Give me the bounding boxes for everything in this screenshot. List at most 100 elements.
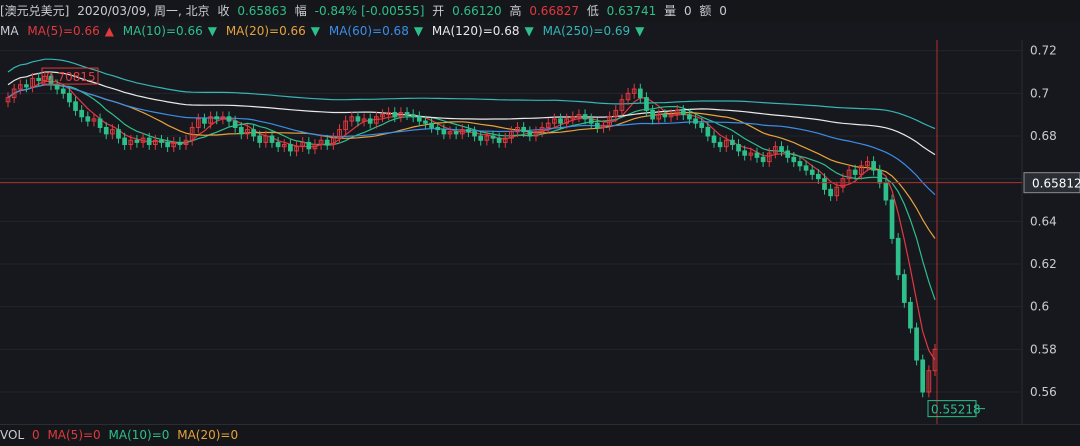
symbol-label: [澳元兑美元] <box>0 4 70 18</box>
candle <box>472 131 477 137</box>
change-abs: [-0.00555] <box>361 4 425 18</box>
candle <box>134 139 140 143</box>
ma5-legend: MA(5)=0.66 <box>27 24 100 38</box>
ma10-legend: MA(10)=0.66 <box>122 24 203 38</box>
candle <box>496 137 502 143</box>
candle <box>103 126 109 135</box>
candle <box>558 118 563 124</box>
candle <box>122 137 127 146</box>
quote-header: [澳元兑美元] 2020/03/09, 周一, 北京 收 0.65863 幅 -… <box>0 0 1080 22</box>
arrow-down-icon: ▼ <box>207 24 217 38</box>
candle <box>588 118 594 124</box>
candle <box>742 150 748 156</box>
candle <box>275 141 281 148</box>
candle <box>521 126 527 133</box>
ma20-legend: MA(20)=0.66 <box>225 24 306 38</box>
ma-legend-title: MA <box>0 24 19 38</box>
candle <box>478 135 484 141</box>
vol-title: VOL <box>0 428 25 442</box>
candle <box>269 135 275 143</box>
vol-value: 0 <box>31 428 40 442</box>
candle <box>803 165 809 171</box>
candle <box>73 101 78 111</box>
candle <box>754 152 760 158</box>
candle <box>410 114 416 118</box>
open-value: 0.66120 <box>452 4 502 18</box>
close-value: 0.65863 <box>237 4 287 18</box>
candle <box>257 135 263 143</box>
low-label: 低 <box>586 4 599 18</box>
close-label: 收 <box>217 4 230 18</box>
amount-label: 额 <box>699 4 712 18</box>
arrow-down-icon: ▼ <box>524 24 534 38</box>
candle <box>920 359 926 393</box>
candle <box>416 116 422 122</box>
candle <box>662 114 668 118</box>
volume-legend: VOL 0 MA(5)=0 MA(10)=0 MA(20)=0 <box>0 424 1080 446</box>
candle <box>306 141 312 150</box>
candlestick-chart[interactable]: 0.720.70.680.660.640.620.60.580.560.6581… <box>0 40 1080 424</box>
candle <box>288 144 293 152</box>
low-value: 0.63741 <box>606 4 657 18</box>
ma120-legend: MA(120)=0.68 <box>431 24 520 38</box>
min-price-label: 0.55218 <box>931 403 981 417</box>
change-label: 幅 <box>294 4 307 18</box>
candle <box>79 109 85 118</box>
candle <box>828 188 833 197</box>
candle <box>226 116 232 122</box>
high-value: 0.66827 <box>529 4 579 18</box>
candle <box>429 122 434 128</box>
candle <box>871 161 876 171</box>
ma60-legend: MA(60)=0.68 <box>328 24 409 38</box>
candle <box>453 131 459 135</box>
candle <box>901 274 907 303</box>
candle <box>582 114 588 120</box>
y-tick-label: 0.7 <box>1030 86 1049 100</box>
candle <box>760 156 766 163</box>
candle <box>355 116 361 122</box>
high-label: 高 <box>509 4 522 18</box>
arrow-down-icon: ▼ <box>635 24 645 38</box>
candle <box>650 109 655 120</box>
candle <box>404 112 410 116</box>
candle <box>202 118 207 124</box>
candle <box>779 146 784 152</box>
candle <box>36 77 42 82</box>
max-price-label: 0.70815 <box>46 70 96 84</box>
candle <box>809 169 815 175</box>
candle <box>251 129 256 137</box>
candle <box>680 109 686 116</box>
candle <box>595 122 600 128</box>
candle <box>895 237 901 276</box>
candle <box>97 118 103 128</box>
ma-legend: MA MA(5)=0.66 ▲ MA(10)=0.66 ▼ MA(20)=0.66 ▼… <box>0 22 1080 40</box>
candle <box>527 131 533 137</box>
candle <box>637 88 643 99</box>
y-tick-label: 0.68 <box>1030 129 1057 143</box>
ma250-line <box>7 58 936 130</box>
candle <box>791 156 797 163</box>
change-pct: -0.84% <box>314 4 358 18</box>
candle <box>177 141 183 146</box>
amount-value: 0 <box>719 4 727 18</box>
candle <box>914 327 919 361</box>
candle <box>232 120 238 128</box>
candle <box>705 126 711 137</box>
candle <box>146 137 152 146</box>
candle <box>238 126 244 135</box>
arrow-up-icon: ▲ <box>104 24 114 38</box>
candle <box>159 139 164 143</box>
candle <box>466 129 471 133</box>
y-tick-label: 0.58 <box>1030 342 1057 356</box>
candle <box>883 182 889 201</box>
candle <box>60 88 66 94</box>
candle <box>693 118 698 124</box>
candle <box>889 199 895 239</box>
candle <box>816 173 821 180</box>
candle <box>116 129 121 139</box>
date-label: 2020/03/09, 周一, 北京 <box>77 4 210 18</box>
candle <box>908 301 913 329</box>
y-tick-label: 0.72 <box>1030 44 1057 58</box>
volume-label: 量 <box>664 4 677 18</box>
candle <box>367 118 373 124</box>
